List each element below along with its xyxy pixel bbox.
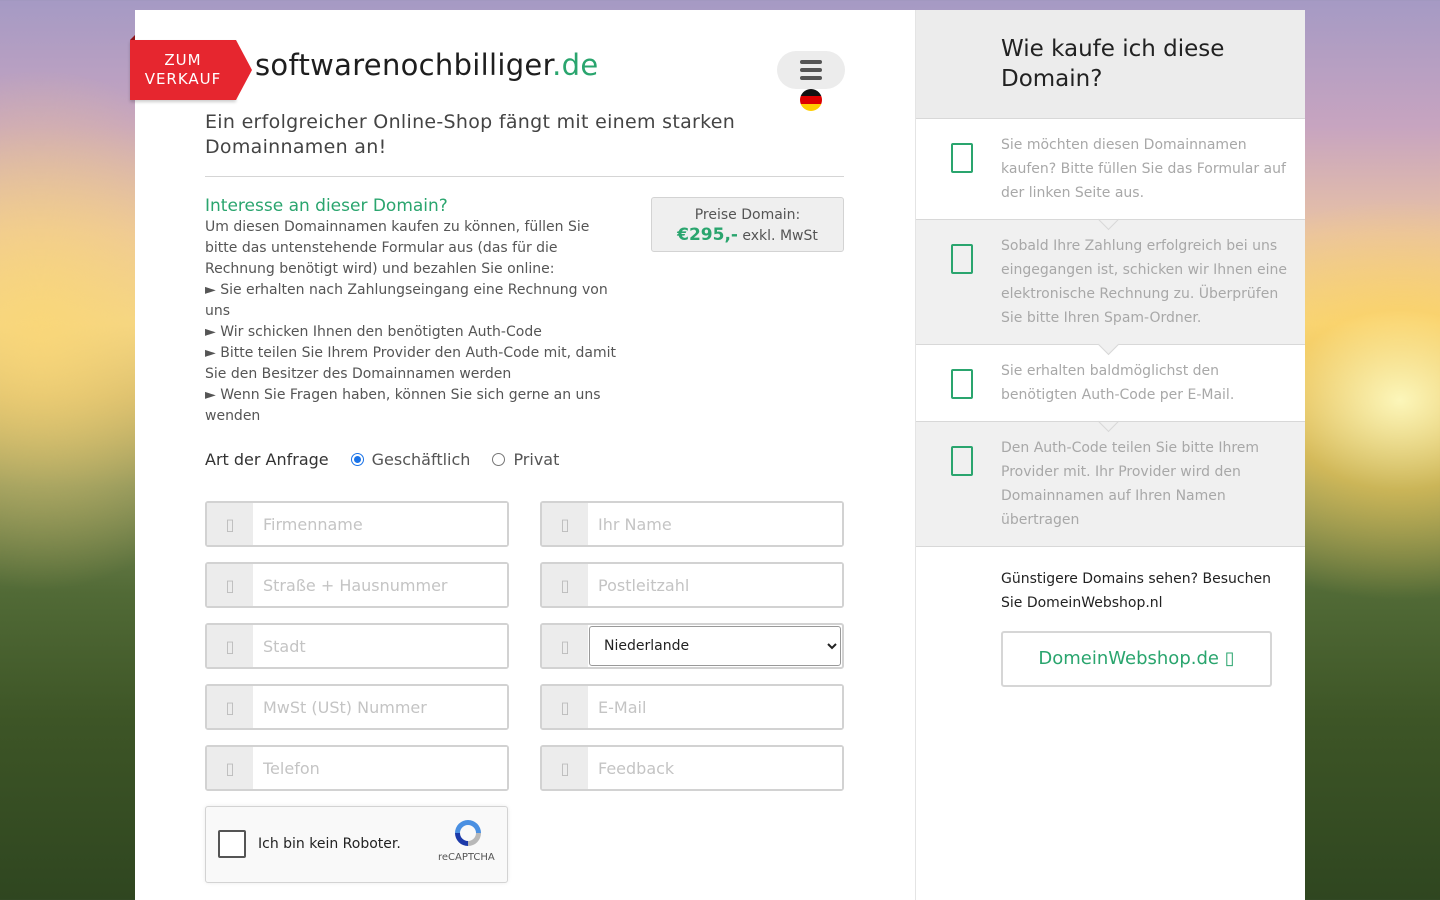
feedback-field: ▯ (540, 745, 844, 791)
phone-icon: ▯ (207, 747, 253, 789)
step-fill-form: Sie möchten diesen Domainnamen kaufen? B… (916, 118, 1305, 219)
vat-field: ▯ (205, 684, 509, 730)
german-flag-icon[interactable] (800, 89, 822, 111)
ribbon-line-1: ZUM (164, 51, 202, 69)
user-icon: ▯ (542, 503, 588, 545)
recaptcha-logo-icon (455, 820, 481, 846)
how-to-buy-title: Wie kaufe ich diese Domain? (916, 10, 1305, 118)
phone-field: ▯ (205, 745, 509, 791)
interest-text: Um diesen Domainnamen kaufen zu können, … (205, 217, 625, 427)
request-type-label: Art der Anfrage (205, 450, 329, 469)
cheaper-text: Günstigere Domains sehen? Besuchen Sie D… (1001, 571, 1271, 611)
city-icon: ▯ (207, 625, 253, 667)
interest-intro: Um diesen Domainnamen kaufen zu können, … (205, 219, 590, 277)
vat-input[interactable] (253, 686, 507, 728)
city-input[interactable] (253, 625, 507, 667)
comment-icon: ▯ (542, 747, 588, 789)
interest-bullet: ► Wir schicken Ihnen den benötigten Auth… (205, 324, 542, 340)
map-pin-icon: ▯ (542, 564, 588, 606)
interest-bullet: ► Bitte teilen Sie Ihrem Provider den Au… (205, 345, 617, 382)
for-sale-ribbon: ZUM VERKAUF (130, 35, 252, 100)
recaptcha-widget: Ich bin kein Roboter. reCAPTCHA (205, 806, 508, 883)
request-type: Art der Anfrage Geschäftlich Privat (205, 450, 581, 469)
cheaper-domains: Günstigere Domains sehen? Besuchen Sie D… (916, 546, 1305, 687)
price-value: €295,- exkl. MwSt (652, 225, 843, 245)
email-field: ▯ (540, 684, 844, 730)
email-input[interactable] (588, 686, 842, 728)
phone-input[interactable] (253, 747, 507, 789)
language-menu-button[interactable] (777, 51, 845, 89)
price-box: Preise Domain: €295,- exkl. MwSt (651, 197, 844, 252)
step-text: Sie möchten diesen Domainnamen kaufen? B… (1001, 137, 1286, 201)
price-suffix: exkl. MwSt (742, 228, 818, 244)
site-tld: .de (552, 48, 599, 82)
interest-bullet: ► Wenn Sie Fragen haben, können Sie sich… (205, 387, 601, 424)
name-field: ▯ (540, 501, 844, 547)
interest-title: Interesse an dieser Domain? (205, 196, 448, 216)
feedback-input[interactable] (588, 747, 842, 789)
company-input[interactable] (253, 503, 507, 545)
form-icon (951, 143, 973, 173)
site-name: softwarenochbilliger (255, 48, 553, 82)
radio-business-label[interactable]: Geschäftlich (372, 450, 471, 469)
key-icon (951, 369, 973, 399)
step-transfer: Den Auth-Code teilen Sie bitte Ihrem Pro… (916, 421, 1305, 546)
interest-bullet: ► Sie erhalten nach Zahlungseingang eine… (205, 282, 608, 319)
recaptcha-checkbox[interactable] (218, 830, 246, 858)
recaptcha-brand: reCAPTCHA (438, 852, 495, 863)
document-icon: ▯ (207, 686, 253, 728)
how-to-buy-panel: Wie kaufe ich diese Domain? Sie möchten … (915, 10, 1305, 900)
city-field: ▯ (205, 623, 509, 669)
country-select[interactable]: Niederlande (589, 626, 841, 666)
price-amount: €295,- (677, 225, 738, 245)
building-icon: ▯ (207, 503, 253, 545)
recaptcha-label: Ich bin kein Roboter. (258, 836, 401, 852)
site-title: softwarenochbilliger.de (255, 48, 599, 82)
step-text: Sobald Ihre Zahlung erfolgreich bei uns … (1001, 238, 1287, 326)
ribbon-line-2: VERKAUF (144, 70, 222, 88)
hamburger-icon (800, 60, 822, 84)
zip-field: ▯ (540, 562, 844, 608)
divider (205, 176, 844, 177)
street-field: ▯ (205, 562, 509, 608)
street-input[interactable] (253, 564, 507, 606)
transfer-icon (951, 446, 973, 476)
price-label: Preise Domain: (694, 207, 801, 223)
step-auth-code: Sie erhalten baldmöglichst den benötigte… (916, 344, 1305, 421)
step-invoice: Sobald Ihre Zahlung erfolgreich bei uns … (916, 219, 1305, 344)
tagline: Ein erfolgreicher Online-Shop fängt mit … (205, 111, 736, 158)
globe-icon: ▯ (542, 625, 588, 667)
invoice-icon (951, 244, 973, 274)
domeinwebshop-button[interactable]: DomeinWebshop.de ▯ (1001, 631, 1272, 687)
radio-private[interactable] (492, 453, 506, 466)
order-panel: ZUM VERKAUF softwarenochbilliger.de Ein … (130, 10, 915, 900)
step-text: Den Auth-Code teilen Sie bitte Ihrem Pro… (1001, 440, 1260, 528)
name-input[interactable] (588, 503, 842, 545)
company-field: ▯ (205, 501, 509, 547)
radio-business[interactable] (350, 453, 364, 466)
country-field: ▯ Niederlande (540, 623, 844, 669)
road-icon: ▯ (207, 564, 253, 606)
zip-input[interactable] (588, 564, 842, 606)
envelope-icon: ▯ (542, 686, 588, 728)
radio-private-label[interactable]: Privat (513, 450, 559, 469)
step-text: Sie erhalten baldmöglichst den benötigte… (1001, 363, 1235, 403)
